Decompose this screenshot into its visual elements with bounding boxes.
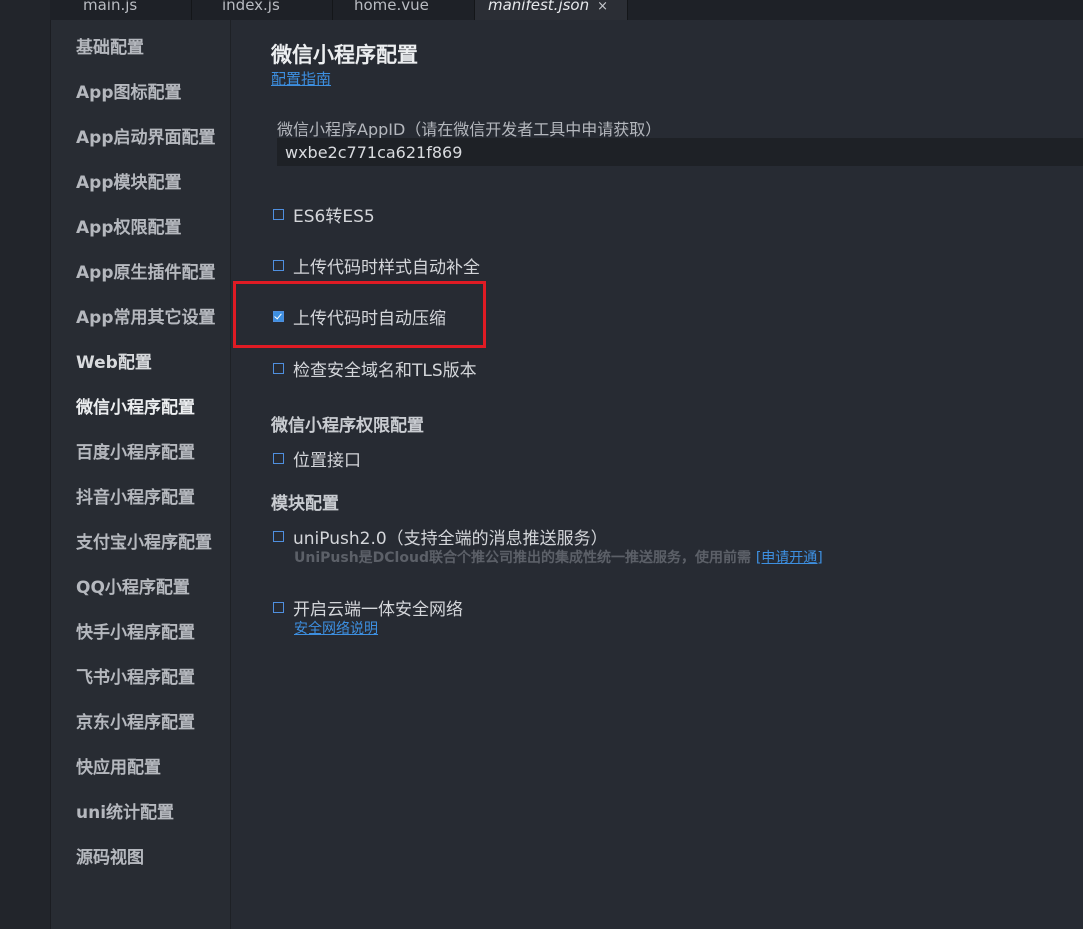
sidebar-item-app-modules[interactable]: App模块配置 (76, 171, 182, 195)
guide-link[interactable]: 配置指南 (271, 68, 331, 89)
sidebar-item-alipay[interactable]: 支付宝小程序配置 (76, 531, 212, 555)
sidebar-item-app-splash[interactable]: App启动界面配置 (76, 126, 216, 150)
tab-label: main.js (83, 0, 138, 14)
option-label: 检查安全域名和TLS版本 (293, 361, 477, 381)
option-auto-minify[interactable]: 上传代码时自动压缩 (273, 304, 446, 329)
settings-sidebar: 基础配置 App图标配置 App启动界面配置 App模块配置 App权限配置 A… (51, 20, 231, 929)
unipush-note: UniPush是DCloud联合个推公司推出的集成性统一推送服务，使用前需 [申… (294, 547, 823, 567)
option-check-domain-tls[interactable]: 检查安全域名和TLS版本 (273, 356, 477, 381)
sidebar-item-app-other[interactable]: App常用其它设置 (76, 306, 216, 330)
editor-gutter (0, 0, 51, 929)
tab-index-js[interactable]: index.js (192, 0, 333, 20)
option-label: uniPush2.0（支持全端的消息推送服务） (293, 529, 608, 549)
option-location-api[interactable]: 位置接口 (273, 446, 361, 471)
checkbox[interactable] (273, 531, 284, 542)
appid-label: 微信小程序AppID（请在微信开发者工具中申请获取） (277, 120, 662, 139)
checkbox-checked[interactable] (273, 311, 284, 322)
tab-manifest-json[interactable]: manifest.json × (475, 0, 628, 20)
tab-label: index.js (222, 0, 280, 14)
sidebar-item-qq[interactable]: QQ小程序配置 (76, 576, 190, 600)
sidebar-item-basic[interactable]: 基础配置 (76, 36, 144, 60)
sidebar-item-quickapp[interactable]: 快应用配置 (76, 756, 161, 780)
option-label: 开启云端一体安全网络 (293, 600, 463, 620)
tab-home-vue[interactable]: home.vue (333, 0, 475, 20)
sidebar-item-baidu[interactable]: 百度小程序配置 (76, 441, 195, 465)
settings-panel: 微信小程序配置 配置指南 微信小程序AppID（请在微信开发者工具中申请获取） … (231, 20, 1083, 929)
sidebar-item-app-native-plugins[interactable]: App原生插件配置 (76, 261, 216, 285)
secure-network-link[interactable]: 安全网络说明 (294, 618, 378, 638)
sidebar-item-web[interactable]: Web配置 (76, 351, 152, 375)
sidebar-item-feishu[interactable]: 飞书小程序配置 (76, 666, 195, 690)
tab-label: home.vue (354, 0, 429, 14)
editor-tab-bar: main.js index.js home.vue manifest.json × (50, 0, 1083, 20)
option-secure-network[interactable]: 开启云端一体安全网络 (273, 595, 463, 620)
option-es6-to-es5[interactable]: ES6转ES5 (273, 202, 375, 227)
checkbox[interactable] (273, 209, 284, 220)
option-label: ES6转ES5 (293, 207, 375, 227)
checkbox[interactable] (273, 453, 284, 464)
permissions-section-title: 微信小程序权限配置 (271, 416, 424, 436)
tab-main-js[interactable]: main.js (50, 0, 192, 20)
sidebar-item-jd[interactable]: 京东小程序配置 (76, 711, 195, 735)
checkbox[interactable] (273, 260, 284, 271)
sidebar-item-uni-stat[interactable]: uni统计配置 (76, 801, 174, 825)
option-label: 上传代码时自动压缩 (293, 309, 446, 329)
option-unipush[interactable]: uniPush2.0（支持全端的消息推送服务） (273, 524, 608, 549)
option-label: 上传代码时样式自动补全 (293, 258, 480, 278)
modules-section-title: 模块配置 (271, 494, 339, 514)
checkbox[interactable] (273, 363, 284, 374)
sidebar-item-douyin[interactable]: 抖音小程序配置 (76, 486, 195, 510)
sidebar-item-source-view[interactable]: 源码视图 (76, 846, 144, 870)
option-label: 位置接口 (293, 451, 361, 471)
unipush-note-text: UniPush是DCloud联合个推公司推出的集成性统一推送服务，使用前需 (294, 550, 751, 566)
checkbox[interactable] (273, 602, 284, 613)
close-icon[interactable]: × (597, 0, 608, 14)
sidebar-item-kuaishou[interactable]: 快手小程序配置 (76, 621, 195, 645)
sidebar-item-app-icon[interactable]: App图标配置 (76, 81, 182, 105)
sidebar-item-app-permissions[interactable]: App权限配置 (76, 216, 182, 240)
option-style-autoprefix[interactable]: 上传代码时样式自动补全 (273, 253, 480, 278)
appid-input[interactable] (277, 138, 1083, 166)
unipush-apply-link[interactable]: [申请开通] (756, 550, 823, 566)
tab-label: manifest.json (488, 0, 590, 14)
page-title: 微信小程序配置 (271, 43, 418, 67)
sidebar-item-weixin[interactable]: 微信小程序配置 (76, 396, 195, 420)
